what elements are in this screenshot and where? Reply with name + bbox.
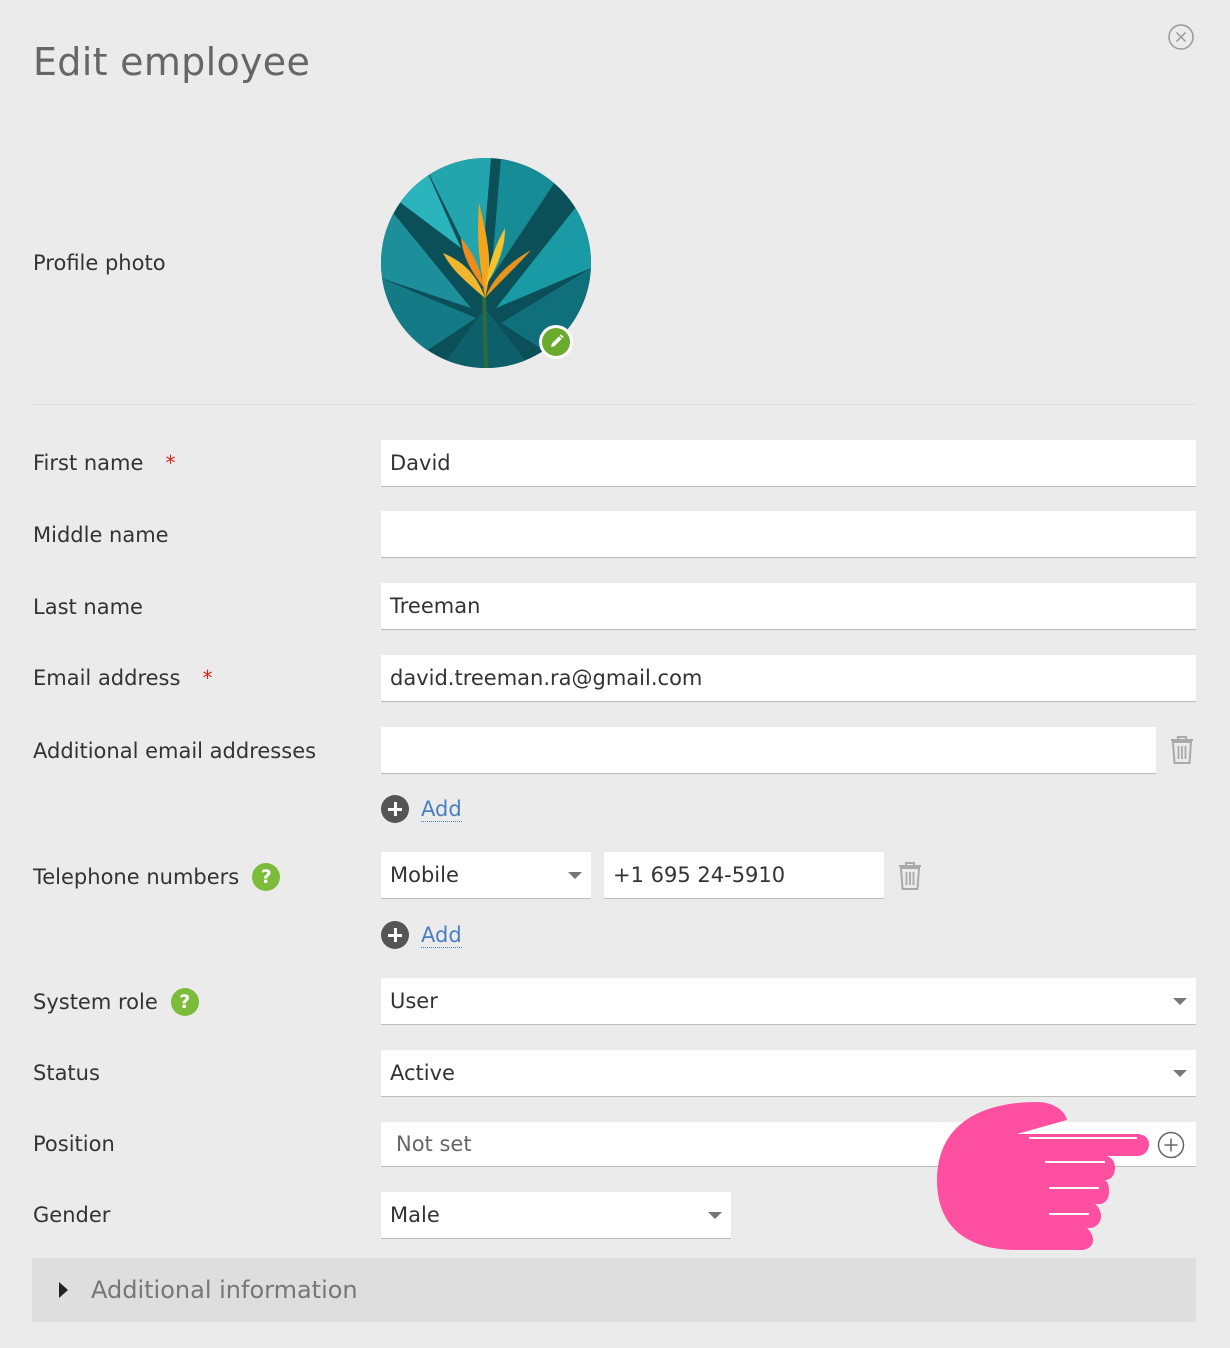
position-label: Position (33, 1132, 115, 1156)
trash-icon[interactable] (897, 861, 923, 891)
middle-name-label: Middle name (33, 523, 169, 547)
phone-number-value: +1 695 24-5910 (613, 863, 786, 887)
status-label: Status (33, 1061, 100, 1085)
status-value: Active (390, 1061, 455, 1085)
help-icon[interactable]: ? (170, 988, 199, 1016)
status-select[interactable]: Active (381, 1050, 1196, 1097)
add-email-button[interactable]: Add (381, 795, 462, 823)
system-role-value: User (390, 989, 438, 1013)
dialog-title: Edit employee (33, 40, 311, 84)
caret-down-icon (708, 1212, 722, 1219)
gender-select[interactable]: Male (381, 1192, 731, 1239)
email-label-text: Email address (33, 666, 181, 690)
last-name-field[interactable]: Treeman (381, 583, 1196, 630)
gender-value: Male (390, 1203, 440, 1227)
phone-type-select[interactable]: Mobile (381, 852, 591, 899)
pencil-icon (551, 334, 564, 347)
system-role-select[interactable]: User (381, 978, 1196, 1025)
email-label: Email address * (33, 666, 212, 690)
profile-photo-label: Profile photo (33, 251, 166, 275)
system-role-label: System role (33, 990, 158, 1014)
gender-label: Gender (33, 1203, 111, 1227)
first-name-value: David (390, 451, 451, 475)
additional-email-field[interactable] (381, 727, 1156, 774)
add-email-link[interactable]: Add (421, 797, 462, 822)
telephone-label: Telephone numbers (33, 865, 240, 889)
position-placeholder: Not set (396, 1132, 472, 1156)
add-phone-button[interactable]: Add (381, 921, 462, 949)
additional-info-label: Additional information (91, 1276, 358, 1304)
last-name-value: Treeman (390, 594, 481, 618)
trash-icon[interactable] (1169, 735, 1195, 765)
additional-emails-label: Additional email addresses (33, 739, 317, 763)
phone-type-value: Mobile (390, 863, 459, 887)
section-divider (33, 404, 1196, 405)
email-value: david.treeman.ra@gmail.com (390, 666, 703, 690)
required-mark: * (165, 451, 176, 475)
close-icon[interactable] (1168, 24, 1194, 50)
edit-photo-button[interactable] (539, 325, 573, 359)
first-name-label-text: First name (33, 451, 144, 475)
caret-down-icon (568, 872, 582, 879)
help-icon[interactable]: ? (252, 863, 281, 891)
email-field[interactable]: david.treeman.ra@gmail.com (381, 655, 1196, 702)
first-name-label: First name * (33, 451, 175, 475)
phone-number-field[interactable]: +1 695 24-5910 (604, 852, 884, 899)
pointing-hand-icon (937, 1102, 1149, 1250)
telephone-label-row: Telephone numbers ? (33, 863, 281, 891)
additional-info-toggle[interactable]: Additional information (32, 1258, 1196, 1322)
plus-circle-icon (381, 795, 409, 823)
plus-circle-icon (381, 921, 409, 949)
caret-down-icon (1173, 1070, 1187, 1077)
first-name-field[interactable]: David (381, 440, 1196, 487)
required-mark: * (202, 666, 213, 690)
triangle-right-icon (59, 1282, 68, 1298)
add-phone-link[interactable]: Add (421, 923, 462, 948)
caret-down-icon (1173, 998, 1187, 1005)
last-name-label: Last name (33, 595, 143, 619)
system-role-label-row: System role ? (33, 988, 199, 1016)
plus-circle-icon[interactable] (1157, 1131, 1185, 1159)
middle-name-field[interactable] (381, 511, 1196, 558)
